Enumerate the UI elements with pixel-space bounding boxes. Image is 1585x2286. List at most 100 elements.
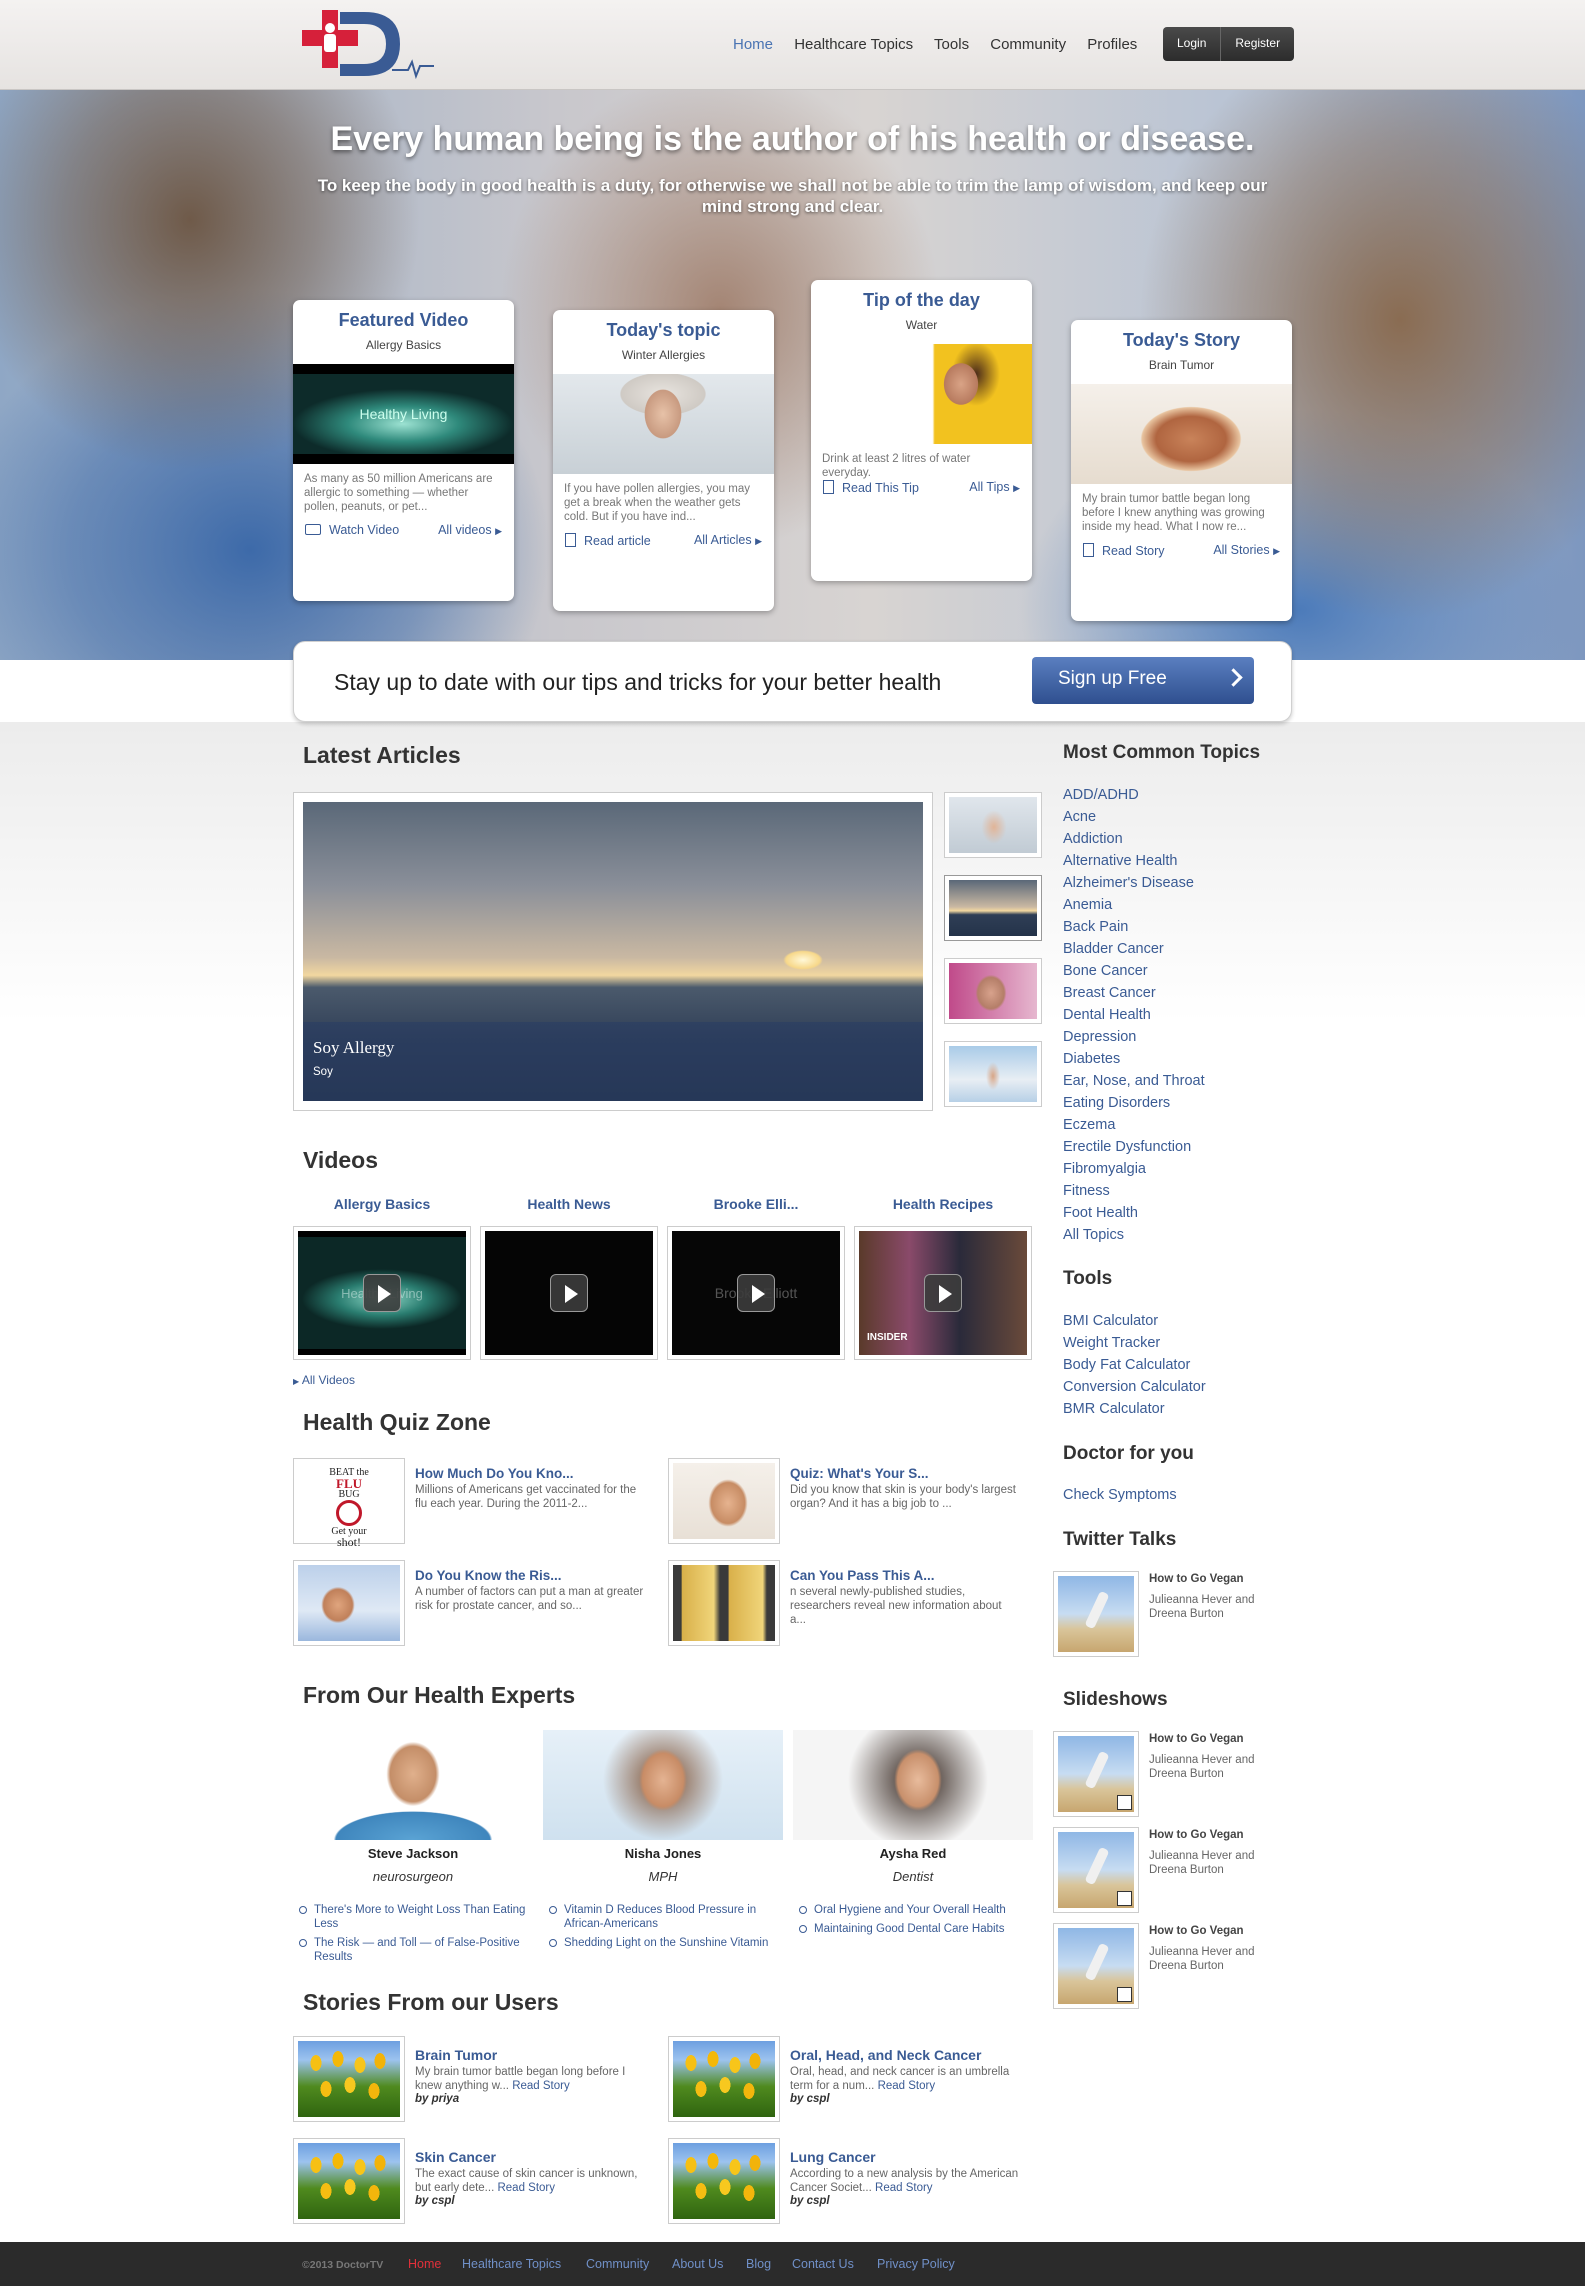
featured-video-thumbnail[interactable]: Healthy Living [293, 364, 514, 464]
story-thumb-3[interactable] [293, 2138, 405, 2224]
topic-link[interactable]: All Topics [1063, 1224, 1283, 1246]
slideshow-title[interactable]: How to Go Vegan [1149, 1733, 1289, 1745]
play-icon[interactable] [924, 1274, 962, 1312]
sign-up-free-button[interactable]: Sign up Free [1032, 657, 1254, 704]
all-tips-link[interactable]: All Tips ▶ [969, 480, 1020, 495]
doctortv-logo[interactable] [300, 8, 435, 80]
topic-link[interactable]: Alzheimer's Disease [1063, 872, 1283, 894]
quiz-thumb-1[interactable]: BEAT the FLU BUG Get your shot! [293, 1458, 405, 1548]
read-story-link[interactable]: Read Story [512, 2080, 570, 2092]
footer-blog-link[interactable]: Blog [746, 2257, 771, 2271]
topic-link[interactable]: Back Pain [1063, 916, 1283, 938]
tool-link[interactable]: Conversion Calculator [1063, 1376, 1283, 1398]
topic-link[interactable]: Diabetes [1063, 1048, 1283, 1070]
topic-link[interactable]: ADD/ADHD [1063, 784, 1283, 806]
topic-link[interactable]: Ear, Nose, and Throat [1063, 1070, 1283, 1092]
all-videos-link[interactable]: ▶ All Videos [293, 1373, 355, 1387]
footer-home-link[interactable]: Home [408, 2257, 441, 2271]
story-title[interactable]: Skin Cancer [415, 2149, 645, 2165]
login-button[interactable]: Login [1163, 27, 1220, 61]
expert-article-link[interactable]: Maintaining Good Dental Care Habits [796, 1922, 1026, 1936]
topic-link[interactable]: Anemia [1063, 894, 1283, 916]
expert-name[interactable]: Nisha Jones [543, 1846, 783, 1861]
tool-link[interactable]: BMR Calculator [1063, 1398, 1283, 1420]
topic-link[interactable]: Acne [1063, 806, 1283, 828]
play-icon[interactable] [737, 1274, 775, 1312]
expert-article-link[interactable]: Shedding Light on the Sunshine Vitamin [546, 1936, 776, 1950]
expert-article-link[interactable]: There's More to Weight Loss Than Eating … [296, 1903, 526, 1931]
video-thumb-3[interactable]: Brooke Elliott [667, 1226, 845, 1360]
quiz-title[interactable]: Do You Know the Ris... [415, 1568, 645, 1583]
read-story-link[interactable]: Read Story [1083, 543, 1165, 558]
quiz-thumb-3[interactable] [293, 1560, 405, 1646]
play-icon[interactable] [363, 1274, 401, 1312]
expert-name[interactable]: Steve Jackson [293, 1846, 533, 1861]
expert-photo-steve[interactable] [293, 1730, 533, 1840]
tool-link[interactable]: BMI Calculator [1063, 1310, 1283, 1332]
read-story-link[interactable]: Read Story [497, 2182, 555, 2194]
footer-community-link[interactable]: Community [586, 2257, 649, 2271]
topic-link[interactable]: Addiction [1063, 828, 1283, 850]
footer-about-link[interactable]: About Us [672, 2257, 723, 2271]
twitter-thumb[interactable] [1053, 1571, 1139, 1657]
nav-healthcare-topics[interactable]: Healthcare Topics [794, 36, 913, 53]
quiz-title[interactable]: Quiz: What's Your S... [790, 1466, 1020, 1481]
topic-link[interactable]: Erectile Dysfunction [1063, 1136, 1283, 1158]
twitter-title[interactable]: How to Go Vegan [1149, 1573, 1289, 1585]
read-tip-link[interactable]: Read This Tip [823, 480, 919, 495]
topic-link[interactable]: Eating Disorders [1063, 1092, 1283, 1114]
topic-link[interactable]: Foot Health [1063, 1202, 1283, 1224]
nav-profiles[interactable]: Profiles [1087, 36, 1137, 53]
slider-main-image[interactable]: Soy Allergy Soy [303, 802, 923, 1101]
story-thumb-2[interactable] [668, 2036, 780, 2122]
slider-thumb-2[interactable] [944, 875, 1042, 941]
story-title[interactable]: Oral, Head, and Neck Cancer [790, 2047, 1020, 2063]
winter-allergies-image[interactable] [553, 374, 774, 474]
video-thumb-2[interactable] [480, 1226, 658, 1360]
expert-article-link[interactable]: Vitamin D Reduces Blood Pressure in Afri… [546, 1903, 776, 1931]
footer-healthcare-topics-link[interactable]: Healthcare Topics [462, 2257, 561, 2271]
slider-thumb-4[interactable] [944, 1041, 1042, 1107]
quiz-thumb-2[interactable] [668, 1458, 780, 1544]
slideshow-thumb-1[interactable] [1053, 1731, 1139, 1817]
video-title-1[interactable]: Allergy Basics [293, 1196, 471, 1212]
brain-tumor-image[interactable] [1071, 384, 1292, 484]
topic-link[interactable]: Bone Cancer [1063, 960, 1283, 982]
all-videos-link[interactable]: All videos ▶ [438, 523, 502, 537]
topic-link[interactable]: Fibromyalgia [1063, 1158, 1283, 1180]
water-tip-image[interactable] [811, 344, 1032, 444]
video-title-3[interactable]: Brooke Elli... [667, 1196, 845, 1212]
expert-article-link[interactable]: The Risk — and Toll — of False-Positive … [296, 1936, 526, 1964]
read-story-link[interactable]: Read Story [878, 2080, 936, 2092]
all-stories-link[interactable]: All Stories ▶ [1213, 543, 1280, 558]
read-article-link[interactable]: Read article [565, 533, 651, 548]
footer-contact-link[interactable]: Contact Us [792, 2257, 854, 2271]
topic-link[interactable]: Alternative Health [1063, 850, 1283, 872]
topic-link[interactable]: Fitness [1063, 1180, 1283, 1202]
nav-community[interactable]: Community [990, 36, 1066, 53]
story-title[interactable]: Lung Cancer [790, 2149, 1020, 2165]
tool-link[interactable]: Body Fat Calculator [1063, 1354, 1283, 1376]
quiz-title[interactable]: Can You Pass This A... [790, 1568, 1020, 1583]
topic-link[interactable]: Eczema [1063, 1114, 1283, 1136]
video-title-2[interactable]: Health News [480, 1196, 658, 1212]
watch-video-link[interactable]: Watch Video [305, 523, 399, 537]
topic-link[interactable]: Breast Cancer [1063, 982, 1283, 1004]
expert-photo-nisha[interactable] [543, 1730, 783, 1840]
topic-link[interactable]: Dental Health [1063, 1004, 1283, 1026]
expert-photo-aysha[interactable] [793, 1730, 1033, 1840]
read-story-link[interactable]: Read Story [875, 2182, 933, 2194]
expert-article-link[interactable]: Oral Hygiene and Your Overall Health [796, 1903, 1026, 1917]
nav-home[interactable]: Home [733, 36, 773, 53]
play-icon[interactable] [550, 1274, 588, 1312]
footer-privacy-link[interactable]: Privacy Policy [877, 2257, 955, 2271]
slideshow-thumb-3[interactable] [1053, 1923, 1139, 2009]
video-thumb-1[interactable]: Healthy Living [293, 1226, 471, 1360]
topic-link[interactable]: Depression [1063, 1026, 1283, 1048]
quiz-title[interactable]: How Much Do You Kno... [415, 1466, 645, 1481]
video-title-4[interactable]: Health Recipes [854, 1196, 1032, 1212]
all-articles-link[interactable]: All Articles ▶ [694, 533, 762, 548]
quiz-thumb-4[interactable] [668, 1560, 780, 1646]
topic-link[interactable]: Bladder Cancer [1063, 938, 1283, 960]
tool-link[interactable]: Weight Tracker [1063, 1332, 1283, 1354]
